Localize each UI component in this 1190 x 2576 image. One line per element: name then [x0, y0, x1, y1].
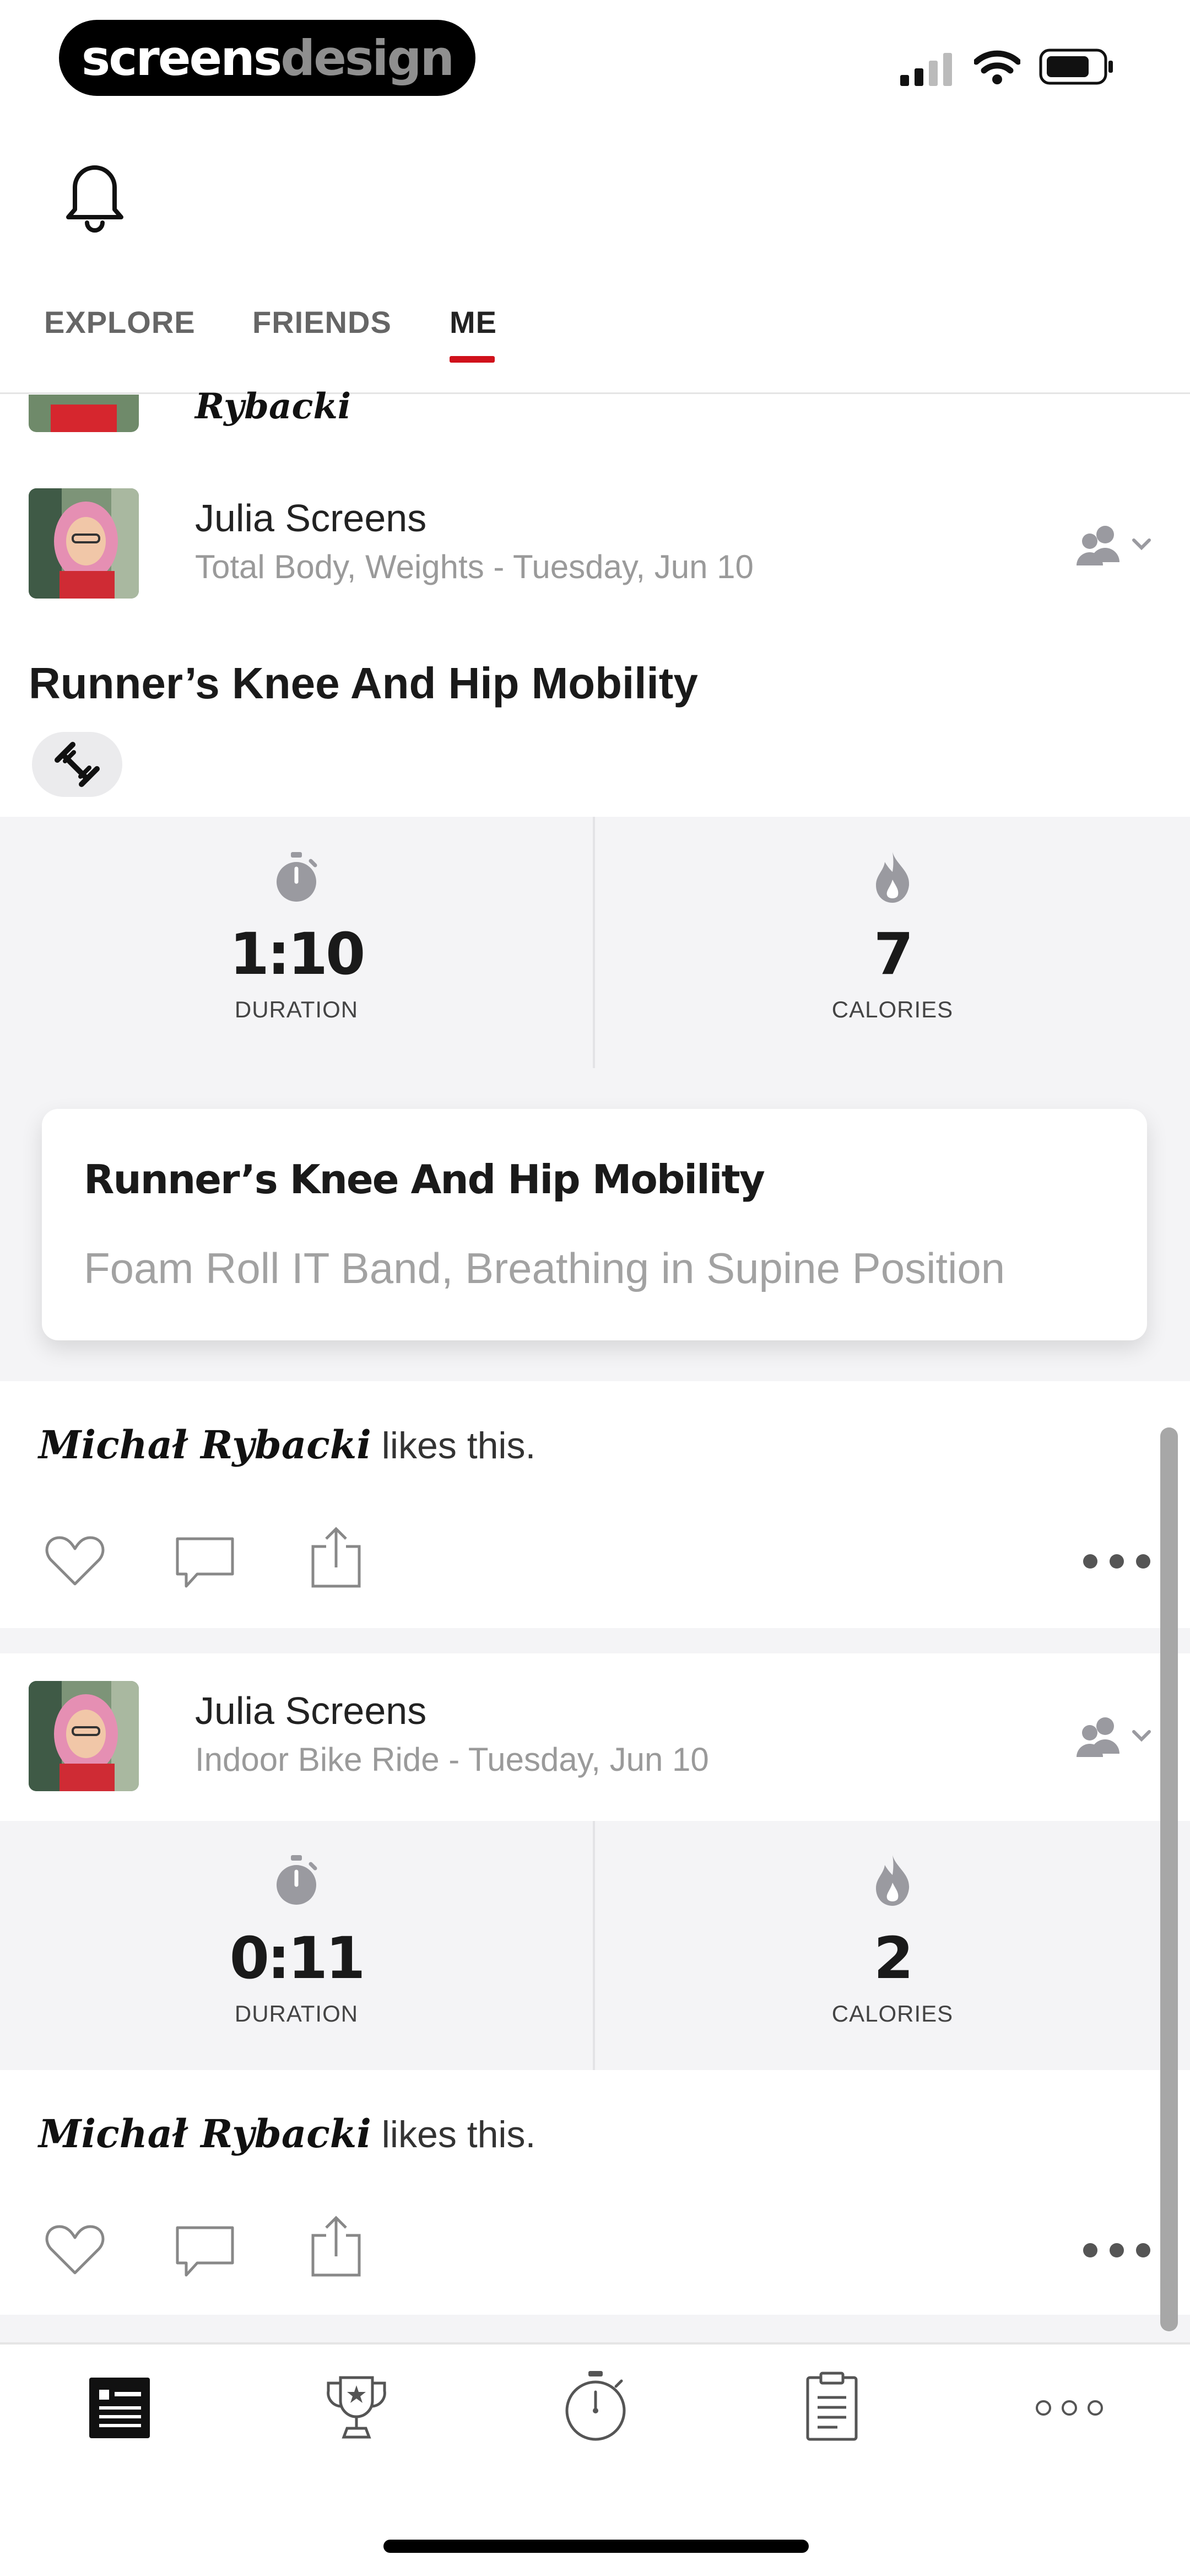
likes-suffix: likes this. [371, 2114, 536, 2155]
calories-value: 7 [873, 920, 913, 988]
brand-watermark: screens design [59, 20, 475, 96]
flame-icon [876, 852, 910, 903]
chevron-down-icon [1132, 538, 1151, 551]
tab-explore[interactable]: EXPLORE [44, 304, 196, 340]
post-meta: Total Body, Weights - Tuesday, Jun 10 [195, 548, 754, 585]
workout-card-exercises: Foam Roll IT Band, Breathing in Supine P… [84, 1244, 1005, 1292]
bell-icon[interactable] [62, 155, 128, 233]
duration-label: DURATION [234, 996, 359, 1022]
home-indicator [383, 2540, 809, 2553]
likes-text: Michał Rybacki likes this. [39, 1422, 536, 1468]
heart-icon[interactable] [45, 2223, 105, 2276]
more-icon[interactable] [1035, 2399, 1104, 2417]
cellular-signal-icon [900, 53, 952, 86]
tab-friends[interactable]: FRIENDS [252, 304, 392, 340]
visibility-selector[interactable] [1074, 522, 1153, 567]
flame-icon [876, 1855, 910, 1906]
chevron-down-icon [1132, 1730, 1151, 1742]
post-separator [0, 1628, 1190, 1653]
duration-label: DURATION [234, 2001, 359, 2027]
active-tab-indicator [450, 356, 495, 363]
more-options-button[interactable] [1083, 2243, 1150, 2257]
more-options-button[interactable] [1083, 1554, 1150, 1569]
feed-icon [99, 2390, 141, 2427]
dumbbell-icon [55, 742, 100, 787]
workout-card[interactable]: Runner’s Knee And Hip Mobility Foam Roll… [42, 1109, 1147, 1340]
calories-value: 2 [873, 1925, 913, 1992]
battery-icon [1039, 48, 1113, 85]
likes-text: Michał Rybacki likes this. [39, 2111, 536, 2157]
comment-icon[interactable] [175, 2224, 235, 2278]
liker-name[interactable]: Michał Rybacki [39, 1422, 371, 1468]
post-meta: Indoor Bike Ride - Tuesday, Jun 10 [195, 1741, 709, 1778]
likes-suffix: likes this. [371, 1425, 536, 1467]
calories-label: CALORIES [831, 2001, 954, 2027]
stopwatch-icon [277, 1855, 317, 1905]
tab-me[interactable]: ME [450, 304, 497, 340]
calories-label: CALORIES [831, 996, 954, 1022]
wifi-icon [974, 50, 1020, 84]
liker-name[interactable]: Michał Rybacki [39, 2111, 371, 2157]
share-icon[interactable] [310, 1527, 363, 1588]
avatar[interactable] [29, 1681, 139, 1791]
clipboard-icon[interactable] [804, 2371, 859, 2442]
duration-value: 1:10 [229, 920, 366, 988]
friends-visibility-icon [1077, 1717, 1119, 1757]
duration-value: 0:11 [229, 1925, 366, 1992]
post-separator [0, 2315, 1190, 2342]
partial-item-name: Rybacki [195, 386, 351, 427]
trophy-icon[interactable] [323, 2373, 390, 2442]
comment-icon[interactable] [175, 1535, 235, 1589]
share-icon[interactable] [310, 2216, 363, 2277]
nav-feed[interactable] [89, 2378, 150, 2438]
post-author-name[interactable]: Julia Screens [195, 1689, 426, 1733]
visibility-selector[interactable] [1074, 1714, 1153, 1758]
heart-icon[interactable] [45, 1534, 105, 1587]
activity-tag [32, 732, 122, 797]
tab-divider [0, 392, 1190, 394]
post-title: Runner’s Knee And Hip Mobility [29, 659, 698, 708]
scrollbar-thumb[interactable] [1160, 1427, 1178, 2331]
post-author-name[interactable]: Julia Screens [195, 496, 426, 540]
avatar[interactable] [29, 488, 139, 599]
stopwatch-icon [277, 852, 317, 902]
stopwatch-icon[interactable] [562, 2370, 629, 2443]
friends-visibility-icon [1077, 526, 1119, 565]
workout-card-title: Runner’s Knee And Hip Mobility [84, 1156, 765, 1203]
